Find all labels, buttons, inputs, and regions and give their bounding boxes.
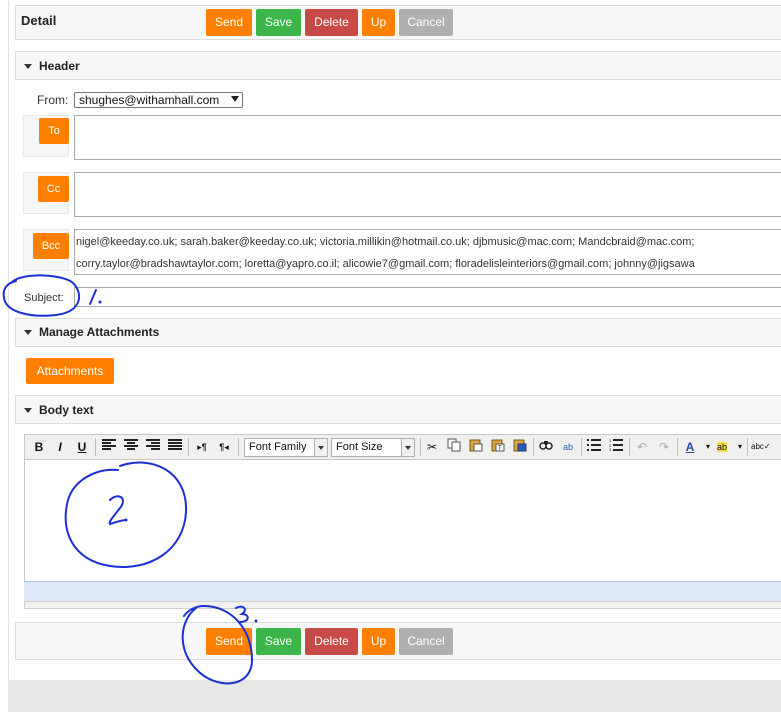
copy-icon[interactable] — [445, 438, 463, 456]
spellcheck-icon[interactable]: abc✓ — [751, 438, 771, 456]
cancel-button-bottom[interactable]: Cancel — [399, 628, 453, 655]
delete-button-top[interactable]: Delete — [305, 9, 358, 36]
redo-icon[interactable]: ↷ — [655, 438, 673, 456]
highlight-icon[interactable]: ab — [713, 438, 731, 456]
editor-resize-bar[interactable] — [24, 601, 781, 609]
bcc-button[interactable]: Bcc — [33, 233, 69, 259]
font-size-label: Font Size — [336, 441, 383, 453]
send-button-top[interactable]: Send — [206, 9, 252, 36]
font-color-icon[interactable]: A — [681, 438, 699, 456]
toolbar-separator — [581, 438, 582, 456]
delete-button-bottom[interactable]: Delete — [305, 628, 358, 655]
svg-text:3: 3 — [609, 447, 612, 451]
cancel-button-top[interactable]: Cancel — [399, 9, 453, 36]
paste-word-icon[interactable] — [511, 438, 529, 456]
toolbar-separator — [677, 438, 678, 456]
detail-header-bar — [15, 5, 781, 40]
cc-button[interactable]: Cc — [38, 176, 69, 202]
from-label: From: — [37, 93, 69, 107]
body-section-label: Body text — [39, 403, 94, 417]
bold-icon[interactable]: B — [30, 438, 48, 456]
font-family-select[interactable]: Font Family — [244, 438, 328, 457]
collapse-triangle-icon[interactable] — [24, 408, 32, 413]
replace-icon[interactable]: ab — [559, 438, 577, 456]
undo-icon[interactable]: ↶ — [633, 438, 651, 456]
toolbar-separator — [629, 438, 630, 456]
cc-field[interactable] — [74, 172, 781, 217]
editor-status-bar — [24, 581, 781, 602]
save-button-bottom[interactable]: Save — [256, 628, 301, 655]
body-text-editor[interactable] — [24, 460, 781, 600]
attachments-section-label: Manage Attachments — [39, 325, 160, 339]
svg-text:T: T — [498, 446, 502, 452]
collapse-triangle-icon[interactable] — [24, 330, 32, 335]
toolbar-separator — [420, 438, 421, 456]
to-button[interactable]: To — [39, 118, 69, 144]
header-section-label: Header — [39, 59, 80, 73]
cut-icon[interactable]: ✂ — [423, 438, 441, 456]
align-left-icon[interactable] — [100, 438, 118, 456]
detail-footer-bar — [15, 622, 781, 660]
ltr-icon[interactable]: ▸¶ — [193, 438, 211, 456]
find-icon[interactable] — [537, 438, 555, 456]
chevron-down-icon — [314, 439, 327, 456]
from-select[interactable]: shughes@withamhall.com — [74, 92, 243, 108]
chevron-down-icon — [231, 96, 239, 102]
bcc-line-1: nigel@keeday.co.uk; sarah.baker@keeday.c… — [76, 236, 695, 248]
up-button-top[interactable]: Up — [362, 9, 395, 36]
justify-icon[interactable] — [166, 438, 184, 456]
page-title: Detail — [21, 13, 57, 28]
from-select-value: shughes@withamhall.com — [79, 93, 220, 107]
collapse-triangle-icon[interactable] — [24, 64, 32, 69]
toolbar-separator — [238, 438, 239, 456]
rtl-icon[interactable]: ¶◂ — [215, 438, 233, 456]
bcc-line-2: corry.taylor@bradshawtaylor.com; loretta… — [76, 258, 695, 270]
send-button-bottom[interactable]: Send — [206, 628, 252, 655]
toolbar-separator — [533, 438, 534, 456]
align-center-icon[interactable] — [122, 438, 140, 456]
attachments-button[interactable]: Attachments — [26, 358, 114, 384]
body-section-bar[interactable] — [15, 395, 781, 424]
bullet-list-icon[interactable] — [585, 438, 603, 456]
header-section-bar[interactable] — [15, 51, 781, 80]
toolbar-separator — [188, 438, 189, 456]
toolbar-separator — [747, 438, 748, 456]
font-size-select[interactable]: Font Size — [331, 438, 415, 457]
underline-icon[interactable]: U — [73, 438, 91, 456]
numbered-list-icon[interactable]: 123 — [607, 438, 625, 456]
font-family-label: Font Family — [249, 441, 307, 453]
align-right-icon[interactable] — [144, 438, 162, 456]
up-button-bottom[interactable]: Up — [362, 628, 395, 655]
paste-text-icon[interactable]: T — [489, 438, 507, 456]
subject-input[interactable] — [74, 287, 781, 307]
italic-icon[interactable]: I — [51, 438, 69, 456]
chevron-down-icon — [401, 439, 414, 456]
frame-bottom — [8, 680, 781, 712]
subject-label: Subject: — [24, 292, 64, 304]
frame-left-border — [8, 0, 9, 680]
editor-toolbar: B I U ▸¶ ¶◂ Font Family Font Size ✂ T ab — [24, 434, 781, 460]
toolbar-separator — [95, 438, 96, 456]
save-button-top[interactable]: Save — [256, 9, 301, 36]
to-field[interactable] — [74, 115, 781, 160]
paste-icon[interactable] — [467, 438, 485, 456]
